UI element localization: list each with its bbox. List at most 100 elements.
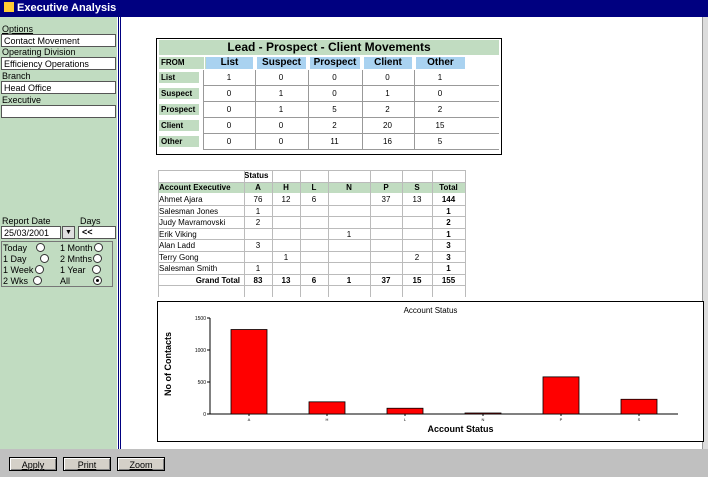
branch-field[interactable]: Head Office (1, 81, 116, 94)
account-executive-header: Account Executive (158, 182, 244, 193)
executive-name: Alan Ladd (159, 241, 196, 250)
radio-1-month-btn[interactable] (93, 243, 103, 252)
chart-plot: 0 500 1000 1500 A H L N P S (195, 316, 678, 422)
status-cell: 1 (446, 229, 451, 239)
radio-today[interactable] (35, 243, 45, 252)
period-option-label: 1 Week (3, 265, 34, 275)
movement-row-label: Other (159, 136, 199, 147)
period-option-today[interactable]: Today (3, 243, 45, 253)
status-cell: 1 (446, 264, 451, 273)
movement-cell: 0 (332, 73, 337, 82)
col-divider (255, 70, 256, 150)
status-cell (328, 206, 370, 217)
apply-button-label: Apply (21, 460, 45, 470)
report-date-input[interactable]: 25/03/2001 (1, 226, 61, 239)
status-col-header: A (244, 182, 272, 193)
movement-cell: 0 (226, 105, 232, 114)
status-cell: 1 (283, 252, 289, 262)
print-button[interactable]: Print (63, 457, 111, 471)
status-cell (370, 217, 402, 228)
status-cell (370, 206, 402, 217)
movement-cell: 1 (385, 89, 390, 98)
status-cell (300, 252, 328, 263)
executive-name: Salesman Smith (159, 264, 218, 273)
executive-name: Ahmet Ajara (159, 195, 203, 204)
radio-1-year[interactable] (92, 265, 102, 274)
period-option-1-month[interactable]: 1 Month (60, 243, 103, 253)
status-grid-line (158, 262, 465, 263)
grand-total-label: Grand Total (195, 275, 240, 285)
movement-col-header: Other (416, 57, 465, 69)
chart-x-label: Account Status (427, 424, 494, 434)
movement-cell: 2 (385, 105, 390, 114)
movement-row-label: Prospect (159, 104, 199, 115)
radio-1-day[interactable] (40, 254, 50, 263)
period-option-label: 2 Wks (3, 276, 29, 286)
movement-cell: 0 (226, 89, 232, 98)
period-option-1-week[interactable]: 1 Week (3, 265, 45, 275)
status-cell: 3 (446, 241, 451, 250)
account-status-chart: Account Status No of Contacts 0 500 1000 15… (157, 301, 704, 442)
status-cell: 3 (255, 241, 261, 250)
status-cell (300, 263, 328, 274)
date-dropdown-button[interactable]: ▼ (62, 226, 75, 239)
period-option-label: 1 Month (60, 243, 93, 253)
movement-cell: 2 (437, 105, 443, 114)
status-cell (402, 240, 432, 251)
title-bar: Executive Analysis (0, 0, 708, 17)
status-grid-line (158, 227, 465, 229)
left-rule-inner (120, 17, 121, 449)
x-tick-label: L (404, 417, 407, 422)
period-option-2-months[interactable]: 2 Mnths (60, 254, 103, 264)
movement-cell: 1 (437, 73, 443, 82)
movement-cell: 5 (437, 137, 443, 146)
sidebar: Options Contact Movement Operating Divis… (0, 17, 117, 449)
bar-P (542, 376, 580, 415)
previous-days-button[interactable]: << (78, 226, 116, 239)
x-tick-label: A (248, 417, 251, 422)
radio-2-months[interactable] (93, 254, 103, 263)
movement-row-label: Client (159, 120, 199, 131)
period-option-2-weeks[interactable]: 2 Wks (3, 276, 43, 286)
x-tick-label: P (560, 417, 563, 422)
row-divider (203, 117, 499, 118)
division-field[interactable]: Efficiency Operations (1, 57, 116, 70)
status-cell (244, 252, 272, 263)
status-cell: 1 (255, 264, 261, 273)
status-grid-line (158, 239, 465, 240)
period-option-label: All (60, 276, 71, 286)
col-divider (203, 70, 204, 150)
executive-name: Judy Mavramovski (159, 218, 226, 227)
radio-2-weeks[interactable] (33, 276, 43, 285)
radio-all[interactable] (92, 276, 102, 285)
executive-name: Salesman Jones (159, 206, 219, 216)
status-cell (272, 206, 300, 217)
executive-field[interactable] (1, 105, 116, 118)
status-cell (402, 263, 432, 274)
status-cell (272, 217, 300, 228)
period-option-all[interactable]: All (60, 276, 102, 286)
movement-col-header: Prospect (310, 57, 360, 69)
period-option-label: 1 Year (60, 265, 86, 275)
status-cell (370, 263, 402, 274)
options-field[interactable]: Contact Movement (1, 34, 116, 47)
col-divider (308, 70, 309, 150)
print-button-label: Print (77, 460, 97, 470)
chevron-down-icon: ▼ (65, 229, 72, 236)
movement-cell: 1 (226, 73, 232, 82)
apply-button[interactable]: Apply (9, 457, 57, 471)
status-grid-line (158, 273, 465, 275)
bar-H (308, 401, 346, 415)
zoom-button[interactable]: Zoom (117, 457, 165, 471)
movement-cell: 20 (383, 121, 392, 130)
movement-cell: 15 (435, 121, 445, 130)
period-option-1-day[interactable]: 1 Day (3, 254, 50, 264)
status-cell: 3 (446, 252, 451, 262)
status-cell: 144 (441, 195, 456, 204)
movement-col-header: Client (364, 57, 412, 69)
radio-1-week[interactable] (35, 265, 45, 274)
status-col-header: P (370, 182, 402, 193)
status-grid-line (158, 170, 465, 171)
period-option-1-year[interactable]: 1 Year (60, 265, 102, 275)
status-cell: 12 (281, 195, 291, 204)
